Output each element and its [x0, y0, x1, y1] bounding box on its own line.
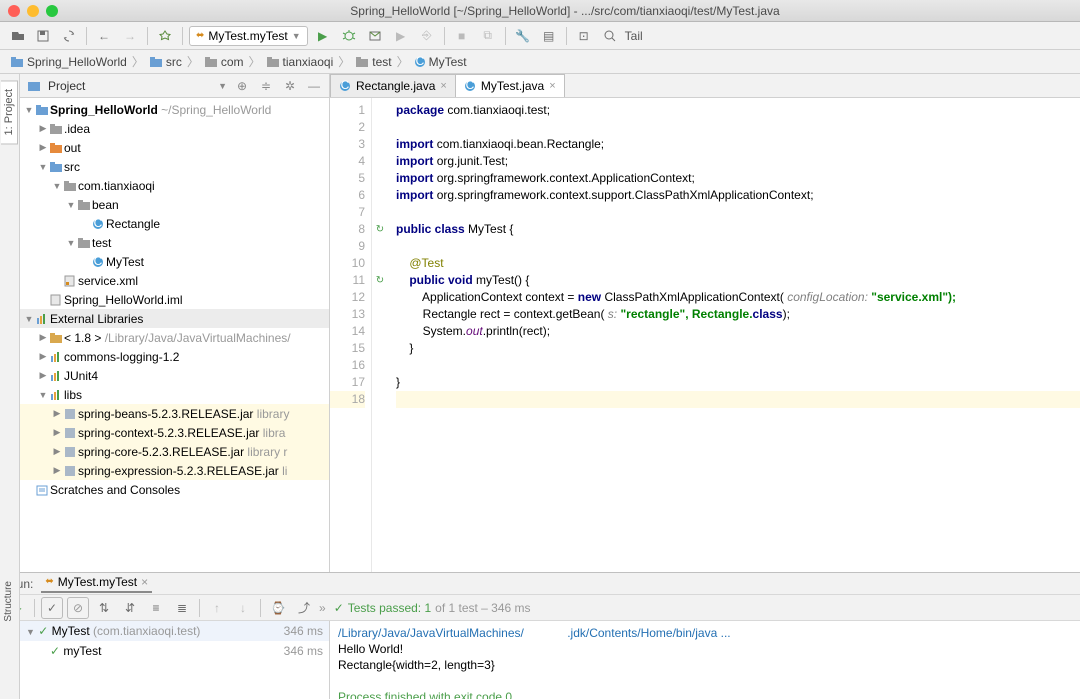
tree-node[interactable]: ▶< 1.8 > /Library/Java/JavaVirtualMachin…: [20, 328, 329, 347]
breadcrumb: Spring_HelloWorld〉 src〉 com〉 tianxiaoqi〉…: [0, 50, 1080, 74]
coverage-icon[interactable]: [364, 25, 386, 47]
svg-text:C: C: [465, 80, 474, 92]
tree-node[interactable]: Scratches and Consoles: [20, 480, 329, 499]
close-window[interactable]: [8, 5, 20, 17]
gutter-marks: ↻↻: [372, 98, 388, 572]
structure-icon[interactable]: ▤: [538, 25, 560, 47]
run-tab[interactable]: ⬌MyTest.myTest×: [41, 575, 152, 593]
test-status: Tests passed: 1: [348, 601, 431, 615]
forward-icon[interactable]: →: [119, 25, 141, 47]
search-text: Tail: [625, 29, 643, 43]
svg-text:C: C: [94, 218, 103, 230]
window-title: Spring_HelloWorld [~/Spring_HelloWorld] …: [58, 4, 1072, 18]
tree-node[interactable]: CRectangle: [20, 214, 329, 233]
tree-node[interactable]: ▼test: [20, 233, 329, 252]
save-icon[interactable]: [32, 25, 54, 47]
tree-node[interactable]: ▶spring-core-5.2.3.RELEASE.jar library r: [20, 442, 329, 461]
svg-text:C: C: [94, 256, 103, 268]
search-icon[interactable]: [599, 25, 621, 47]
project-tool-tab[interactable]: 1: Project: [1, 80, 18, 144]
stop-all-icon[interactable]: ⧉: [477, 25, 499, 47]
tree-node[interactable]: ▶spring-context-5.2.3.RELEASE.jar libra: [20, 423, 329, 442]
svg-text:C: C: [415, 56, 424, 68]
project-icon: [26, 79, 42, 93]
breadcrumb-item[interactable]: com: [202, 55, 246, 69]
structure-tool-tab[interactable]: Structure: [0, 572, 17, 631]
toggle-pass-icon[interactable]: ✓: [41, 597, 63, 619]
maximize-window[interactable]: [46, 5, 58, 17]
tree-node[interactable]: ▼libs: [20, 385, 329, 404]
open-icon[interactable]: [6, 25, 28, 47]
breadcrumb-item[interactable]: src: [147, 55, 184, 69]
panel-title: Project: [48, 79, 212, 93]
code-editor[interactable]: 123456789101112131415161718 ↻↻ package c…: [330, 98, 1080, 572]
debug-icon[interactable]: [338, 25, 360, 47]
run-config-label: MyTest.myTest: [208, 29, 287, 43]
tree-node[interactable]: Spring_HelloWorld.iml: [20, 290, 329, 309]
editor-tab[interactable]: CRectangle.java×: [330, 74, 456, 97]
tree-node[interactable]: ▶JUnit4: [20, 366, 329, 385]
profile-icon[interactable]: ▶: [390, 25, 412, 47]
down-icon[interactable]: ↓: [232, 597, 254, 619]
breadcrumb-item[interactable]: test: [353, 55, 393, 69]
up-icon[interactable]: ↑: [206, 597, 228, 619]
breadcrumb-item[interactable]: CMyTest: [412, 55, 469, 69]
test-tree-row[interactable]: ✓ myTest346 ms: [20, 641, 329, 661]
settings-icon[interactable]: 🔧: [512, 25, 534, 47]
toggle-ignore-icon[interactable]: ⊘: [67, 597, 89, 619]
collapse-all-icon[interactable]: ≣: [171, 597, 193, 619]
sync-icon[interactable]: [58, 25, 80, 47]
tree-node[interactable]: ▶out: [20, 138, 329, 157]
tree-node[interactable]: service.xml: [20, 271, 329, 290]
sdk-icon[interactable]: ⊡: [573, 25, 595, 47]
breadcrumb-item[interactable]: Spring_HelloWorld: [8, 55, 129, 69]
back-icon[interactable]: ←: [93, 25, 115, 47]
history-icon[interactable]: ⌚: [267, 597, 289, 619]
locate-icon[interactable]: ⊕: [233, 77, 251, 95]
build-icon[interactable]: [154, 25, 176, 47]
tree-node[interactable]: ▶spring-expression-5.2.3.RELEASE.jar li: [20, 461, 329, 480]
tree-node[interactable]: ▼com.tianxiaoqi: [20, 176, 329, 195]
stop-icon[interactable]: ■: [451, 25, 473, 47]
tree-node[interactable]: CMyTest: [20, 252, 329, 271]
export-icon[interactable]: ⤴: [293, 597, 315, 619]
tree-node[interactable]: ▼bean: [20, 195, 329, 214]
attach-icon[interactable]: ⎆: [416, 25, 438, 47]
line-gutter: 123456789101112131415161718: [330, 98, 372, 572]
close-icon[interactable]: ×: [440, 80, 446, 92]
breadcrumb-item[interactable]: tianxiaoqi: [264, 55, 336, 69]
sort-icon[interactable]: ⇅: [93, 597, 115, 619]
tree-node[interactable]: ▶spring-beans-5.2.3.RELEASE.jar library: [20, 404, 329, 423]
hide-icon[interactable]: —: [305, 77, 323, 95]
test-tree-row[interactable]: ▼ ✓ MyTest (com.tianxiaoqi.test)346 ms: [20, 621, 329, 641]
expand-icon[interactable]: ≑: [257, 77, 275, 95]
gear-icon[interactable]: ✲: [281, 77, 299, 95]
editor-tab[interactable]: CMyTest.java×: [455, 74, 565, 97]
tree-root[interactable]: ▼Spring_HelloWorld ~/Spring_HelloWorld: [20, 100, 329, 119]
tree-node[interactable]: ▶commons-logging-1.2: [20, 347, 329, 366]
code-lines: package com.tianxiaoqi.test; import com.…: [388, 98, 1080, 572]
run-icon[interactable]: ▶: [312, 25, 334, 47]
tree-node[interactable]: ▼External Libraries: [20, 309, 329, 328]
console-output[interactable]: /Library/Java/JavaVirtualMachines/ .jdk/…: [330, 621, 1080, 699]
tree-node[interactable]: ▶.idea: [20, 119, 329, 138]
close-icon[interactable]: ×: [549, 80, 555, 92]
expand-all-icon[interactable]: ≡: [145, 597, 167, 619]
minimize-window[interactable]: [27, 5, 39, 17]
svg-text:C: C: [341, 80, 350, 92]
run-config-selector[interactable]: ⬌ MyTest.myTest ▼: [189, 26, 308, 46]
sort2-icon[interactable]: ⇵: [119, 597, 141, 619]
tree-node[interactable]: ▼src: [20, 157, 329, 176]
